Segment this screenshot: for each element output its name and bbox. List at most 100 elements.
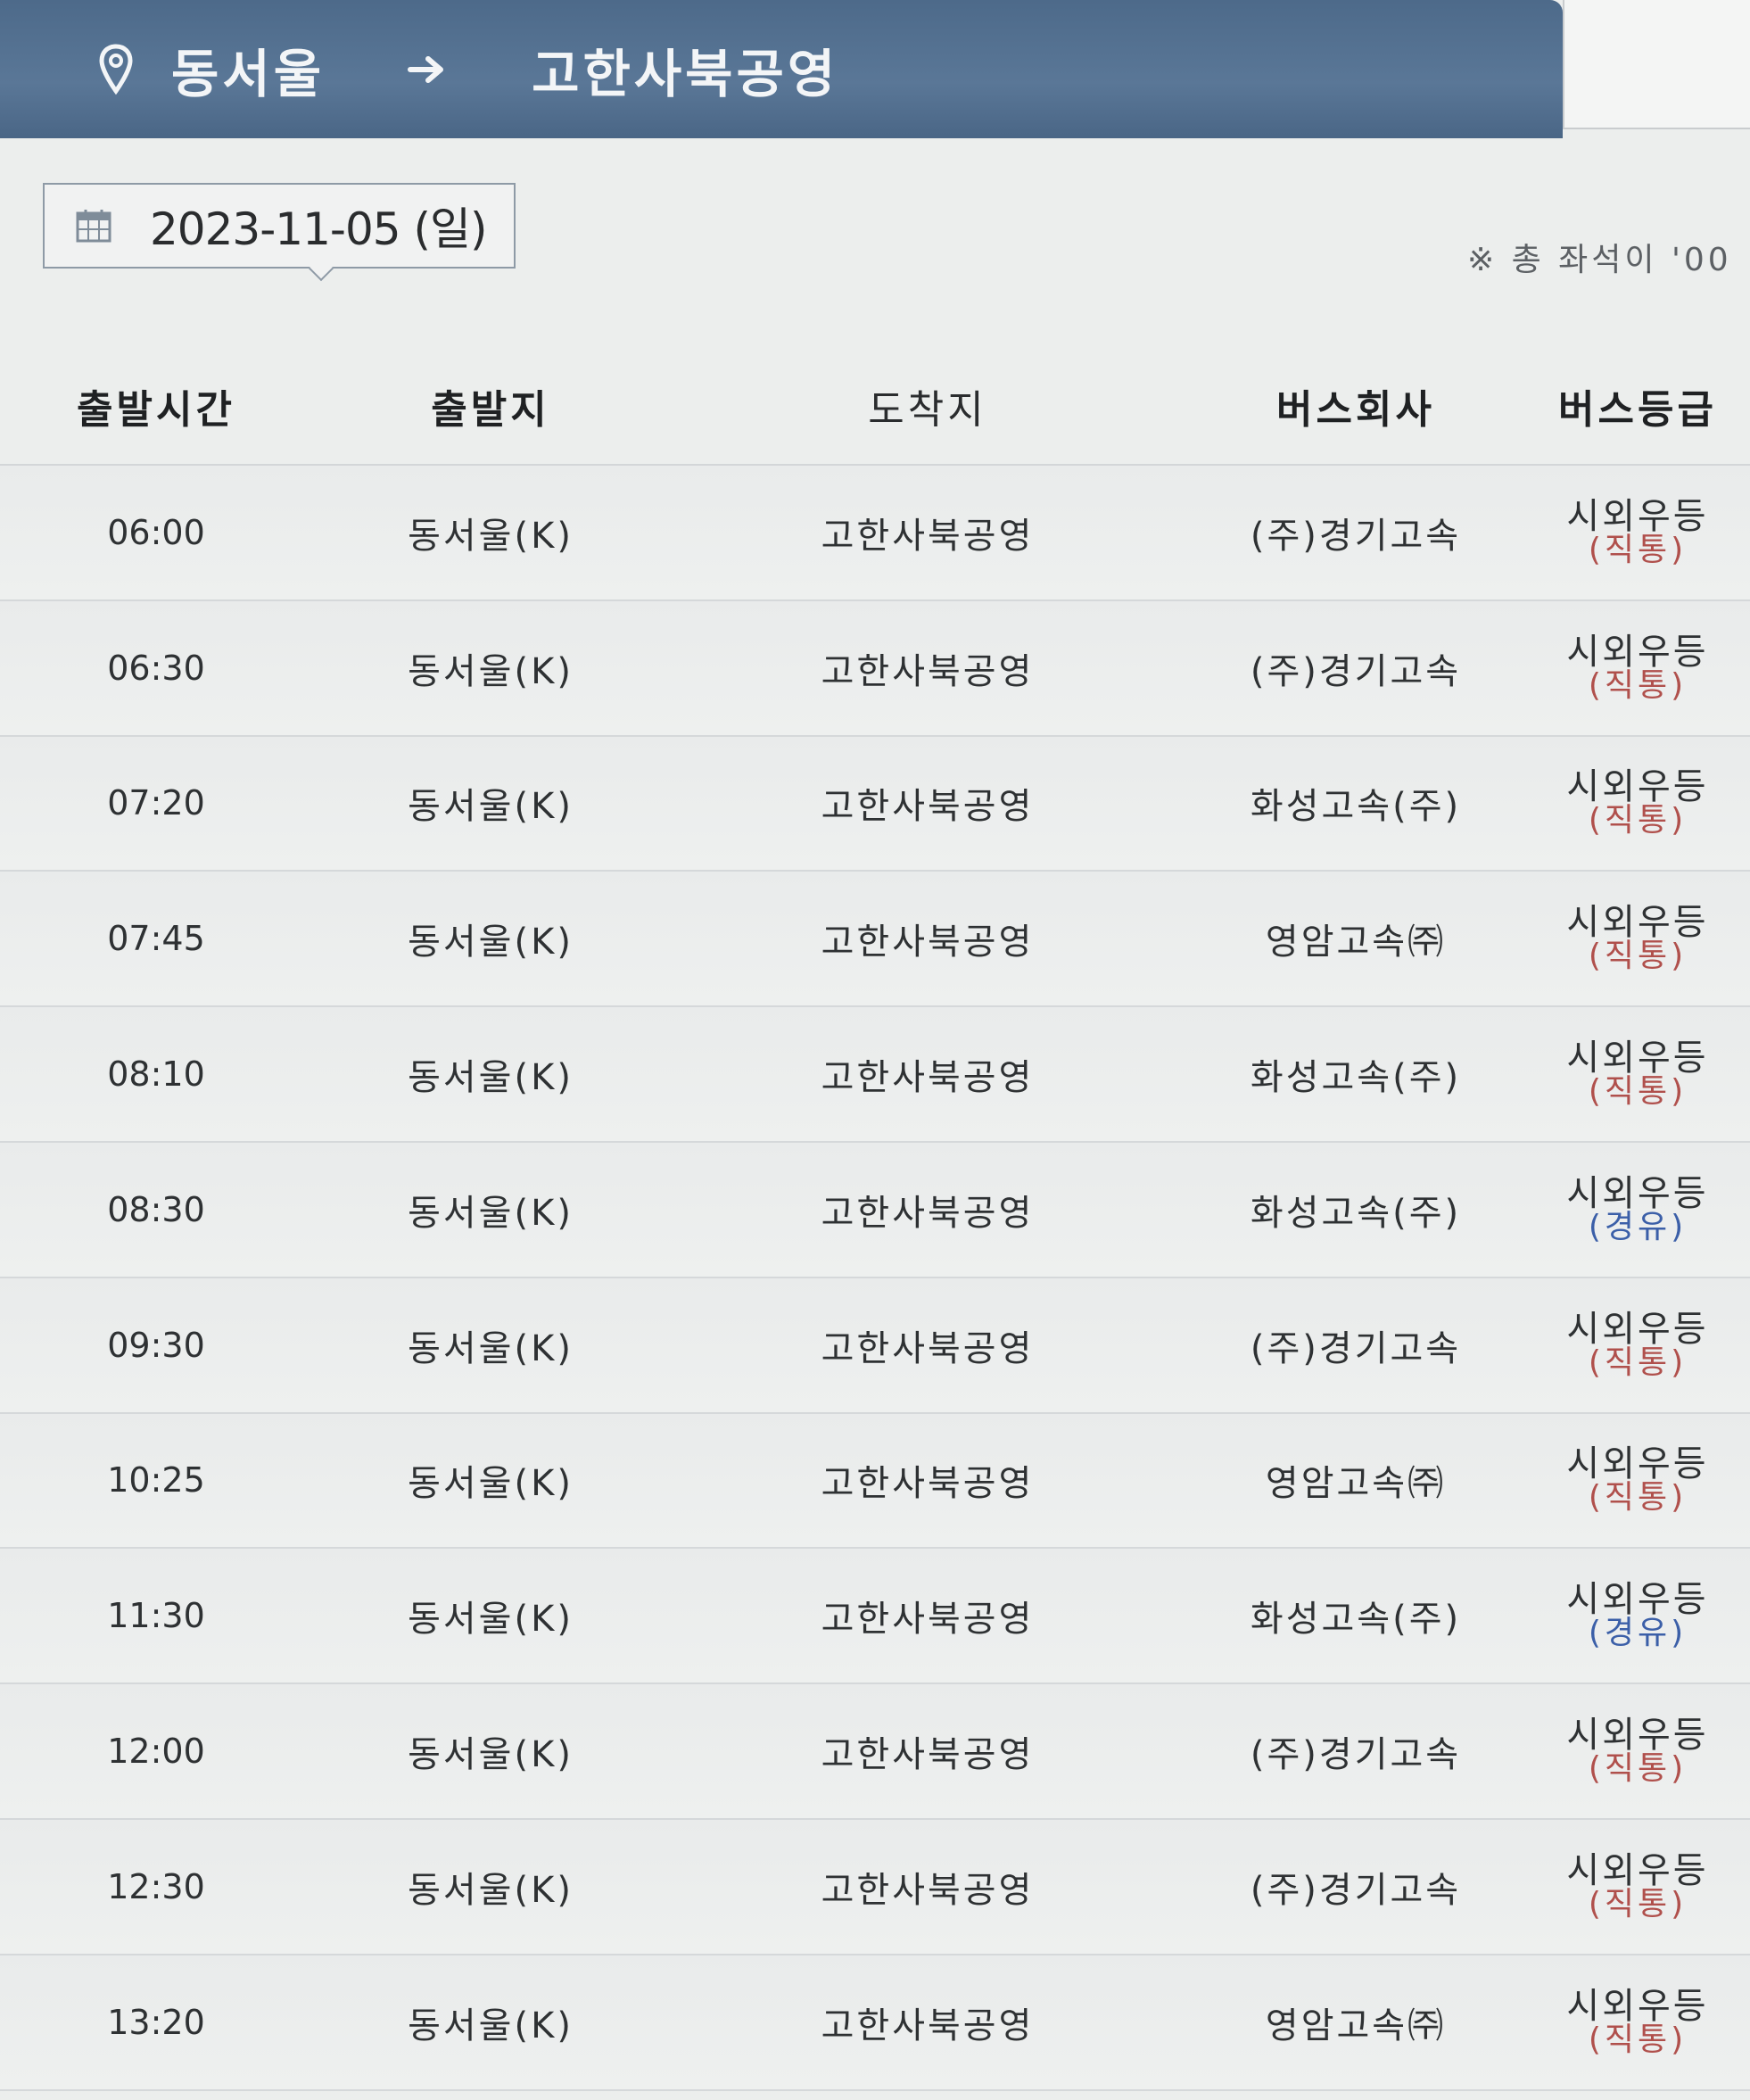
origin: 동서울(K): [408, 1057, 574, 1099]
header-destination: 도착지: [868, 387, 987, 433]
route-type-label: (직통): [1588, 666, 1688, 704]
departure-time: 13:20: [107, 2002, 205, 2042]
grade-label: 시외우등: [1566, 1579, 1709, 1621]
bus-grade: 시외우등 (직통): [1525, 634, 1750, 702]
table-row[interactable]: 13:20 동서울(K) 고한사북공영 영암고속㈜ 시외우등 (직통): [0, 1955, 1750, 2091]
route-type-label: (직통): [1588, 2021, 1688, 2058]
table-header: 출발시간 출발지 도착지 버스회사 버스등급: [0, 348, 1750, 464]
route-type-label: (경유): [1588, 1208, 1688, 1245]
route-type-label: (직통): [1588, 1073, 1688, 1111]
grade-label: 시외우등: [1566, 1985, 1709, 2027]
route-header: 동서울 고한사북공영: [0, 0, 1563, 138]
origin: 동서울(K): [408, 786, 574, 828]
destination: 고한사북공영: [821, 1869, 1035, 1911]
route-type-label: (경유): [1588, 1615, 1688, 1652]
bus-grade: 시외우등 (직통): [1525, 1853, 1750, 1921]
grade-label: 시외우등: [1566, 1715, 1709, 1757]
departure-time: 08:30: [107, 1189, 205, 1229]
route-type-label: (직통): [1588, 531, 1688, 568]
bus-grade: 시외우등 (직통): [1525, 1988, 1750, 2056]
route-type-label: (직통): [1588, 1750, 1688, 1788]
date-picker[interactable]: 2023-11-05 (일): [43, 183, 516, 282]
table-row[interactable]: 07:20 동서울(K) 고한사북공영 화성고속(주) 시외우등 (직통): [0, 736, 1750, 872]
table-row[interactable]: 06:30 동서울(K) 고한사북공영 (주)경기고속 시외우등 (직통): [0, 600, 1750, 737]
origin: 동서울(K): [408, 650, 574, 692]
bus-grade: 시외우등 (직통): [1525, 1446, 1750, 1514]
destination: 고한사북공영: [821, 1734, 1035, 1776]
bus-company: (주)경기고속: [1250, 1327, 1462, 1369]
bus-company: (주)경기고속: [1250, 1734, 1462, 1776]
table-body: 06:00 동서울(K) 고한사북공영 (주)경기고속 시외우등 (직통) 06:30 동서울…: [0, 464, 1750, 2091]
grade-label: 시외우등: [1566, 1849, 1709, 1891]
origin-title: 동서울: [171, 43, 326, 104]
timetable-page: 동서울 고한사북공영 2023-11-05 (일) ※ 총 좌석이 '00 출발…: [0, 0, 1750, 2100]
bus-company: (주)경기고속: [1250, 515, 1462, 557]
destination: 고한사북공영: [821, 922, 1035, 963]
header-departure-time: 출발시간: [77, 387, 235, 433]
bus-company: 화성고속(주): [1250, 1599, 1462, 1641]
origin: 동서울(K): [408, 2005, 574, 2046]
departure-time: 06:00: [107, 512, 205, 552]
bus-grade: 시외우등 (직통): [1525, 905, 1750, 972]
destination: 고한사북공영: [821, 1327, 1035, 1369]
bus-company: 영암고속㈜: [1265, 2005, 1447, 2046]
header-bus-grade: 버스등급: [1558, 387, 1717, 433]
timetable: 출발시간 출발지 도착지 버스회사 버스등급 06:00 동서울(K) 고한사북공영…: [0, 348, 1750, 2091]
departure-time: 07:20: [107, 783, 205, 823]
route-type-label: (직통): [1588, 1885, 1688, 1922]
arrow-right-icon: [407, 52, 451, 87]
destination: 고한사북공영: [821, 1192, 1035, 1234]
origin: 동서울(K): [408, 1327, 574, 1369]
bus-company: (주)경기고속: [1250, 650, 1462, 692]
table-row[interactable]: 08:10 동서울(K) 고한사북공영 화성고속(주) 시외우등 (직통): [0, 1007, 1750, 1143]
route-type-label: (직통): [1588, 938, 1688, 975]
grade-label: 시외우등: [1566, 1308, 1709, 1350]
departure-time: 08:10: [107, 1054, 205, 1095]
grade-label: 시외우등: [1566, 1443, 1709, 1485]
route-type-label: (직통): [1588, 802, 1688, 839]
route-type-label: (직통): [1588, 1344, 1688, 1381]
bus-grade: 시외우등 (직통): [1525, 769, 1750, 837]
origin: 동서울(K): [408, 1869, 574, 1911]
table-row[interactable]: 07:45 동서울(K) 고한사북공영 영암고속㈜ 시외우등 (직통): [0, 872, 1750, 1008]
bus-grade: 시외우등 (경유): [1525, 1582, 1750, 1649]
table-row[interactable]: 10:25 동서울(K) 고한사북공영 영암고속㈜ 시외우등 (직통): [0, 1413, 1750, 1550]
origin: 동서울(K): [408, 1734, 574, 1776]
table-row[interactable]: 09:30 동서울(K) 고한사북공영 (주)경기고속 시외우등 (직통): [0, 1277, 1750, 1414]
departure-time: 10:25: [107, 1460, 205, 1501]
departure-time: 07:45: [107, 919, 205, 959]
header-origin: 출발지: [431, 387, 550, 433]
departure-time: 12:00: [107, 1732, 205, 1772]
destination: 고한사북공영: [821, 515, 1035, 557]
bus-grade: 시외우등 (직통): [1525, 1717, 1750, 1785]
grade-label: 시외우등: [1566, 631, 1709, 673]
origin: 동서울(K): [408, 1463, 574, 1505]
table-row[interactable]: 11:30 동서울(K) 고한사북공영 화성고속(주) 시외우등 (경유): [0, 1549, 1750, 1685]
origin: 동서울(K): [408, 922, 574, 963]
departure-time: 12:30: [107, 1866, 205, 1906]
bus-company: 화성고속(주): [1250, 786, 1462, 828]
destination: 고한사북공영: [821, 1599, 1035, 1641]
destination: 고한사북공영: [821, 2005, 1035, 2046]
destination: 고한사북공영: [821, 1463, 1035, 1505]
bus-company: (주)경기고속: [1250, 1869, 1462, 1911]
table-row[interactable]: 12:30 동서울(K) 고한사북공영 (주)경기고속 시외우등 (직통): [0, 1819, 1750, 1955]
header-bus-company: 버스회사: [1276, 387, 1435, 433]
destination: 고한사북공영: [821, 650, 1035, 692]
table-row[interactable]: 08:30 동서울(K) 고한사북공영 화성고속(주) 시외우등 (경유): [0, 1142, 1750, 1278]
table-row[interactable]: 06:00 동서울(K) 고한사북공영 (주)경기고속 시외우등 (직통): [0, 466, 1750, 601]
bus-company: 영암고속㈜: [1265, 1463, 1447, 1505]
grade-label: 시외우등: [1566, 1172, 1709, 1214]
bus-company: 영암고속㈜: [1265, 922, 1447, 963]
bus-company: 화성고속(주): [1250, 1057, 1462, 1099]
bus-grade: 시외우등 (직통): [1525, 1311, 1750, 1379]
destination-title: 고한사북공영: [532, 43, 839, 104]
grade-label: 시외우등: [1566, 495, 1709, 537]
seat-notice: ※ 총 좌석이 '00: [1467, 242, 1732, 275]
bus-grade: 시외우등 (직통): [1525, 499, 1750, 566]
table-row[interactable]: 12:00 동서울(K) 고한사북공영 (주)경기고속 시외우등 (직통): [0, 1684, 1750, 1820]
bus-company: 화성고속(주): [1250, 1192, 1462, 1234]
bus-grade: 시외우등 (직통): [1525, 1040, 1750, 1108]
departure-time: 09:30: [107, 1325, 205, 1365]
origin: 동서울(K): [408, 1599, 574, 1641]
